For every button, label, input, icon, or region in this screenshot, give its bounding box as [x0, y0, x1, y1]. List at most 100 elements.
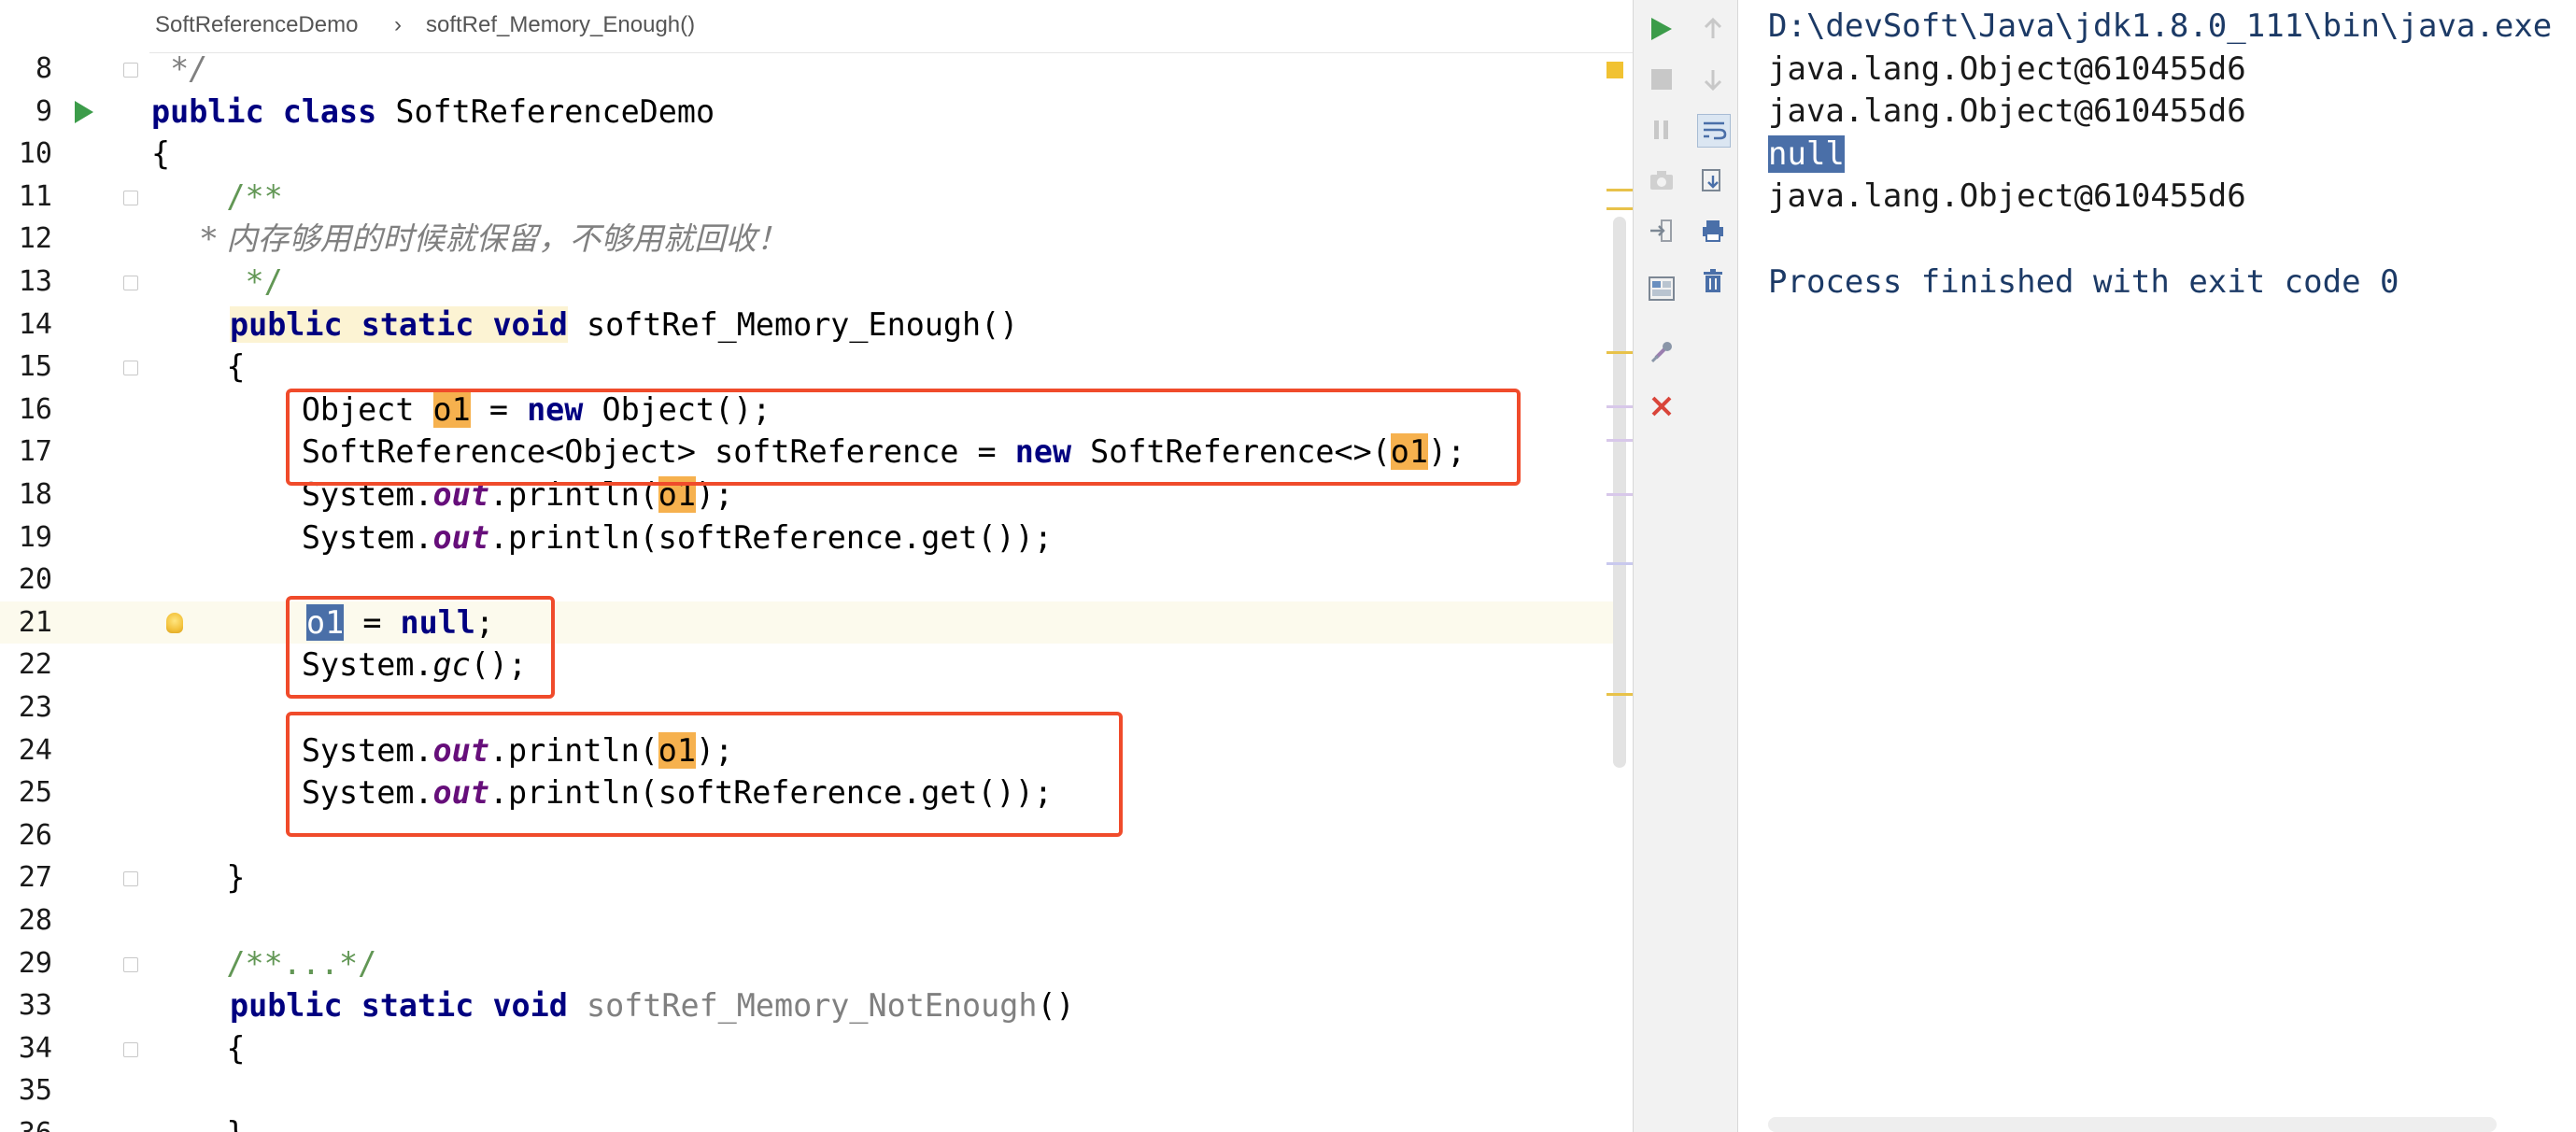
code-editor[interactable]: SoftReferenceDemo › softRef_Memory_Enoug… — [0, 0, 1633, 1132]
stripe-mark[interactable] — [1606, 207, 1633, 210]
line-number: 22 — [18, 648, 52, 682]
console-horizontal-scrollbar[interactable] — [1768, 1117, 2497, 1132]
code-line[interactable]: 12 * 内存够用的时候就保留，不够用就回收！ — [0, 218, 1625, 261]
code-text: SoftReference<Object> softReference = ne… — [151, 433, 1466, 471]
code-line[interactable]: 22 System.gc(); — [0, 644, 1625, 686]
line-number: 15 — [18, 350, 52, 384]
code-text: } — [151, 859, 246, 897]
code-line[interactable]: 9 public class SoftReferenceDemo — [0, 91, 1625, 134]
code-line[interactable]: 16 Object o1 = new Object(); — [0, 389, 1625, 432]
run-toolbar — [1633, 0, 1690, 1132]
code-line[interactable]: 10 { — [0, 133, 1625, 176]
exit-icon[interactable] — [1646, 215, 1677, 247]
code-line[interactable]: 34 { — [0, 1027, 1625, 1070]
code-line[interactable]: 29 /**...*/ — [0, 942, 1625, 985]
line-number: 28 — [18, 904, 52, 937]
code-text: /** — [151, 177, 283, 215]
code-text: Object o1 = new Object(); — [151, 390, 771, 428]
code-line[interactable]: 20 — [0, 559, 1625, 601]
line-number: 36 — [0, 1112, 52, 1132]
breadcrumb-class[interactable]: SoftReferenceDemo — [155, 12, 358, 38]
code-text: System.out.println(o1); — [151, 731, 734, 769]
code-line[interactable]: 14 public static void softRef_Memory_Eno… — [0, 304, 1625, 347]
breadcrumb: SoftReferenceDemo › softRef_Memory_Enoug… — [0, 0, 1633, 53]
stripe-mark[interactable] — [1606, 189, 1633, 191]
lightbulb-icon[interactable] — [166, 612, 183, 633]
code-line[interactable]: 26 — [0, 814, 1625, 857]
fold-icon[interactable] — [123, 361, 138, 376]
code-line[interactable]: 35 — [0, 1069, 1625, 1112]
code-text: } — [151, 1112, 245, 1132]
fold-icon[interactable] — [123, 871, 138, 887]
camera-icon[interactable] — [1646, 164, 1677, 196]
stripe-mark[interactable] — [1606, 439, 1633, 442]
console-command-line: D:\devSoft\Java\jdk1.8.0_111\bin\java.ex… — [1768, 7, 2553, 45]
code-text-folded[interactable]: /**...*/ — [151, 942, 376, 985]
fold-icon[interactable] — [123, 956, 138, 972]
code-line[interactable]: 8 */ — [0, 48, 1625, 91]
scroll-to-end-icon[interactable] — [1697, 164, 1729, 196]
warning-marker[interactable] — [1606, 62, 1623, 78]
stripe-mark[interactable] — [1606, 493, 1633, 496]
trash-icon[interactable] — [1697, 265, 1729, 297]
fold-icon[interactable] — [123, 276, 138, 290]
line-number: 19 — [18, 520, 52, 554]
code-text: public class SoftReferenceDemo — [151, 92, 715, 130]
code-line[interactable]: 24 System.out.println(o1); — [0, 729, 1625, 772]
fold-icon[interactable] — [123, 63, 138, 78]
arrow-down-icon[interactable] — [1697, 64, 1729, 95]
code-line[interactable]: 17 SoftReference<Object> softReference =… — [0, 431, 1625, 474]
run-gutter-icon[interactable] — [75, 100, 93, 123]
pin-icon[interactable] — [1646, 336, 1677, 368]
run-console[interactable]: D:\devSoft\Java\jdk1.8.0_111\bin\java.ex… — [1738, 0, 2576, 1132]
code-text: { — [151, 135, 171, 173]
pause-icon[interactable] — [1646, 114, 1677, 146]
fold-icon[interactable] — [123, 190, 138, 205]
console-toolbar — [1689, 0, 1738, 1132]
code-line[interactable]: 19 System.out.println(softReference.get(… — [0, 516, 1625, 559]
console-output-line: java.lang.Object@610455d6 — [1768, 50, 2246, 88]
stop-icon[interactable] — [1646, 64, 1677, 95]
layout-icon[interactable] — [1646, 273, 1677, 304]
console-exit-status: Process finished with exit code 0 — [1768, 262, 2399, 301]
soft-wrap-icon[interactable] — [1697, 114, 1731, 148]
line-number: 13 — [18, 265, 52, 298]
line-number: 16 — [18, 392, 52, 426]
fold-icon[interactable] — [123, 1041, 138, 1057]
code-line[interactable]: 27 } — [0, 856, 1625, 899]
breadcrumb-method[interactable]: softRef_Memory_Enough() — [426, 12, 695, 38]
line-number: 8 — [35, 52, 52, 85]
code-line-current[interactable]: 21 o1 = null; — [0, 601, 1625, 644]
arrow-up-icon[interactable] — [1697, 13, 1729, 45]
code-line[interactable]: 36 } — [0, 1112, 1625, 1132]
console-output-line: java.lang.Object@610455d6 — [1768, 177, 2246, 216]
code-text: System.gc(); — [151, 646, 528, 684]
line-number: 12 — [18, 222, 52, 256]
code-line[interactable]: 25 System.out.println(softReference.get(… — [0, 771, 1625, 814]
console-output-line-selected: null — [1768, 134, 1845, 173]
code-text: o1 = null; — [306, 603, 495, 641]
line-number: 24 — [18, 733, 52, 767]
code-line[interactable]: 33 public static void softRef_Memory_Not… — [0, 984, 1625, 1027]
line-number: 17 — [18, 435, 52, 469]
code-line[interactable]: 15 { — [0, 346, 1625, 389]
line-number: 18 — [18, 478, 52, 511]
code-text: System.out.println(softReference.get()); — [151, 774, 1053, 812]
line-number: 21 — [18, 605, 52, 639]
stripe-mark[interactable] — [1606, 351, 1633, 354]
print-icon[interactable] — [1697, 215, 1729, 247]
stripe-mark[interactable] — [1606, 562, 1633, 565]
code-line[interactable]: 18 System.out.println(o1); — [0, 474, 1625, 516]
code-line[interactable]: 11 /** — [0, 176, 1625, 219]
code-line[interactable]: 13 */ — [0, 261, 1625, 304]
line-number: 9 — [35, 94, 52, 128]
code-line[interactable]: 23 — [0, 686, 1625, 729]
stripe-mark[interactable] — [1606, 405, 1633, 408]
code-line[interactable]: 28 — [0, 899, 1625, 942]
error-stripe[interactable] — [1606, 52, 1633, 1132]
close-icon[interactable] — [1646, 390, 1677, 422]
stripe-mark[interactable] — [1606, 693, 1633, 696]
code-text: public static void softRef_Memory_Enough… — [230, 305, 1019, 343]
rerun-icon[interactable] — [1646, 13, 1677, 45]
line-number: 27 — [18, 861, 52, 895]
